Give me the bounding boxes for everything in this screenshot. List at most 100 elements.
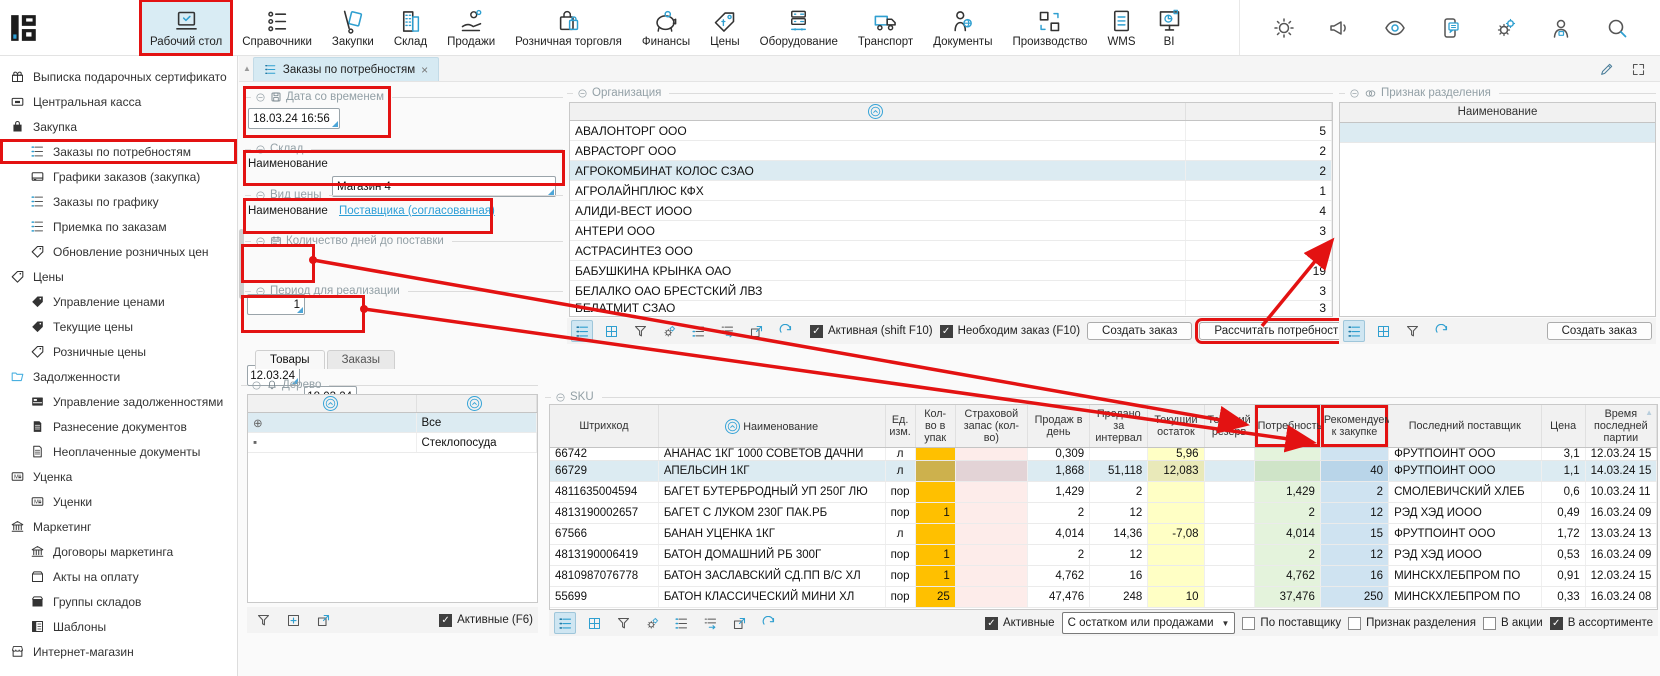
- tree-row[interactable]: ▪Стеклопосуда: [248, 433, 537, 453]
- toolbar-settings-button[interactable]: [658, 320, 680, 342]
- checkbox-icon[interactable]: [1242, 617, 1255, 630]
- sidebar-item-14[interactable]: Разнесение документов: [0, 414, 237, 439]
- checkbox-in-promo[interactable]: В акции: [1483, 617, 1543, 630]
- checkbox-by-supplier[interactable]: По поставщику: [1242, 617, 1341, 630]
- sidebar-item-9[interactable]: Управление ценами: [0, 289, 237, 314]
- module-finance[interactable]: Финансы: [632, 0, 700, 55]
- sidebar-item-10[interactable]: Текущие цены: [0, 314, 237, 339]
- split-flag-create-order-button[interactable]: Создать заказ: [1547, 322, 1652, 340]
- tab-orders-by-needs[interactable]: Заказы по потребностям ×: [253, 57, 439, 81]
- toolbar-export-button[interactable]: [312, 609, 334, 631]
- sidebar-item-0[interactable]: Выписка подарочных сертификато: [0, 64, 237, 89]
- minus-icon[interactable]: [255, 236, 266, 247]
- feedback-icon[interactable]: [1438, 16, 1462, 40]
- announcement-icon[interactable]: [1327, 16, 1351, 40]
- sku-row[interactable]: 4813190002657БАГЕТ С ЛУКОМ 230Г ПАК.РБпо…: [550, 503, 1657, 524]
- module-refbook[interactable]: Справочники: [232, 0, 322, 55]
- checkbox-icon[interactable]: [439, 614, 452, 627]
- sku-row[interactable]: 66729АПЕЛЬСИН 1КГл1,86851,11812,08340ФРУ…: [550, 461, 1657, 482]
- toolbar-list-arrow-button[interactable]: [699, 612, 721, 634]
- tree-column-tree[interactable]: [248, 395, 416, 413]
- sidebar-item-1[interactable]: Центральная касса: [0, 89, 237, 114]
- sku-row[interactable]: 66742АНАНАС 1КГ 1000 СОВЕТОВ ДАЧНИл0,309…: [550, 448, 1657, 461]
- module-documents[interactable]: Документы: [923, 0, 1002, 55]
- minus-icon[interactable]: [555, 392, 566, 403]
- sku-column-7[interactable]: Текущий остаток: [1148, 405, 1204, 448]
- minus-icon[interactable]: [577, 88, 588, 99]
- module-equipment[interactable]: Оборудование: [750, 0, 848, 55]
- toolbar-view-rows-button[interactable]: [1343, 320, 1365, 342]
- toolbar-grid-button[interactable]: [583, 612, 605, 634]
- settings-icon[interactable]: [1494, 16, 1518, 40]
- module-production[interactable]: Производство: [1002, 0, 1097, 55]
- checkbox-active-f6[interactable]: Активные (F6): [439, 614, 533, 627]
- sku-column-6[interactable]: Продано за интервал: [1090, 405, 1148, 448]
- edit-pencil-icon[interactable]: [1599, 61, 1615, 77]
- toolbar-filter-button[interactable]: [612, 612, 634, 634]
- sku-row[interactable]: 67566БАНАН УЦЕНКА 1КГл4,01414,36-7,084,0…: [550, 524, 1657, 545]
- sidebar-item-20[interactable]: Акты на оплату: [0, 564, 237, 589]
- sidebar-item-6[interactable]: Приемка по заказам: [0, 214, 237, 239]
- sidebar-item-21[interactable]: Группы складов: [0, 589, 237, 614]
- sku-column-12[interactable]: Цена: [1541, 405, 1585, 448]
- module-desktop[interactable]: Рабочий стол: [140, 0, 232, 55]
- tab-close-icon[interactable]: ×: [421, 63, 428, 77]
- minus-icon[interactable]: [255, 286, 266, 297]
- org-row[interactable]: АВРАСТОРГ ООО2: [570, 141, 1332, 161]
- sku-column-1[interactable]: Наименование: [658, 405, 885, 448]
- tree-row[interactable]: ⊕Все: [248, 413, 537, 433]
- sidebar-item-2[interactable]: Закупка: [0, 114, 237, 139]
- sku-row[interactable]: 4813190006419БАТОН ДОМАШНИЙ РБ 300Гпор12…: [550, 545, 1657, 566]
- org-row[interactable]: БАБУШКИНА КРЫНКА ОАО19: [570, 261, 1332, 281]
- toolbar-settings-button[interactable]: [641, 612, 663, 634]
- sidebar-item-5[interactable]: Заказы по графику: [0, 189, 237, 214]
- toolbar-view-rows-button[interactable]: [554, 612, 576, 634]
- checkbox-icon[interactable]: [985, 617, 998, 630]
- expand-icon[interactable]: [1631, 62, 1646, 77]
- checkbox-in-assortment[interactable]: В ассортименте: [1550, 617, 1653, 630]
- profile-icon[interactable]: [1549, 16, 1573, 40]
- module-retail[interactable]: Розничная торговля: [505, 0, 632, 55]
- datetime-input[interactable]: 18.03.24 16:56: [248, 108, 340, 129]
- module-cart[interactable]: Закупки: [322, 0, 384, 55]
- sidebar-item-17[interactable]: МУценки: [0, 489, 237, 514]
- minus-icon[interactable]: [251, 380, 262, 391]
- org-row[interactable]: АЛИДИ-ВЕСТ ИООО4: [570, 201, 1332, 221]
- toolbar-export-button[interactable]: [745, 320, 767, 342]
- toolbar-refresh-button[interactable]: [774, 320, 796, 342]
- org-row[interactable]: АГРОКОМБИНАТ КОЛОС СЗАО2: [570, 161, 1332, 181]
- sidebar-item-15[interactable]: Неоплаченные документы: [0, 439, 237, 464]
- module-transport[interactable]: Транспорт: [848, 0, 923, 55]
- sidebar-item-8[interactable]: Цены: [0, 264, 237, 289]
- sku-column-8[interactable]: Текущий резерв: [1204, 405, 1254, 448]
- org-row[interactable]: АНТЕРИ ООО3: [570, 221, 1332, 241]
- sku-column-9[interactable]: Потребность: [1254, 405, 1320, 448]
- toolbar-plusbox-button[interactable]: [282, 609, 304, 631]
- sidebar-item-4[interactable]: Графики заказов (закупка): [0, 164, 237, 189]
- toolbar-refresh-button[interactable]: [757, 612, 779, 634]
- sidebar-item-22[interactable]: Шаблоны: [0, 614, 237, 639]
- toolbar-view-rows-button[interactable]: [571, 320, 593, 342]
- org-row[interactable]: БЕЛАЛКО ОАО БРЕСТСКИЙ ЛВЗ3: [570, 281, 1332, 301]
- module-bi[interactable]: BI: [1146, 0, 1193, 55]
- toolbar-grid-button[interactable]: [1372, 320, 1394, 342]
- brightness-icon[interactable]: [1272, 16, 1296, 40]
- tree-expand-icon[interactable]: ⊕: [248, 413, 416, 433]
- stock-filter-select[interactable]: С остатком или продажами ▼: [1062, 612, 1236, 634]
- checkbox-sku-active[interactable]: Активные: [985, 617, 1055, 630]
- minus-icon[interactable]: [255, 92, 266, 103]
- org-row[interactable]: АГРОЛАЙНПЛЮС КФХ1: [570, 181, 1332, 201]
- checkbox-split-flag[interactable]: Признак разделения: [1348, 617, 1476, 630]
- tree-column-name[interactable]: [416, 395, 537, 413]
- visibility-icon[interactable]: [1383, 16, 1407, 40]
- checkbox-active-shift-f10[interactable]: Активная (shift F10): [810, 325, 933, 338]
- sku-column-5[interactable]: Продаж в день: [1027, 405, 1089, 448]
- sku-row[interactable]: 4811635004594БАГЕТ БУТЕРБРОДНЫЙ УП 250Г …: [550, 482, 1657, 503]
- checkbox-icon[interactable]: [1348, 617, 1361, 630]
- toolbar-filter-button[interactable]: [629, 320, 651, 342]
- toolbar-grid-button[interactable]: [600, 320, 622, 342]
- create-order-button[interactable]: Создать заказ: [1087, 322, 1192, 340]
- checkbox-need-order-f10[interactable]: Необходим заказ (F10): [940, 325, 1080, 338]
- sku-column-3[interactable]: Кол-во в упак: [915, 405, 955, 448]
- module-building[interactable]: Склад: [384, 0, 437, 55]
